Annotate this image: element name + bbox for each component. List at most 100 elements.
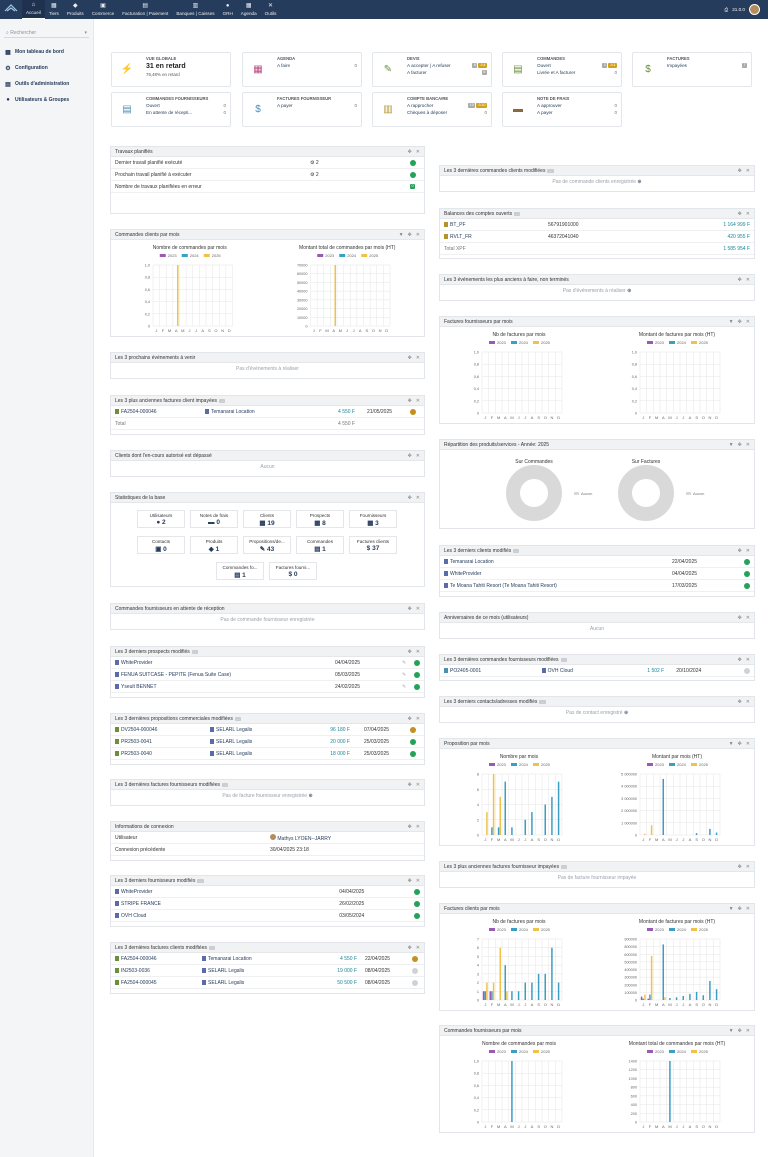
thirdparty-link[interactable]: SELARL Legalis — [202, 968, 312, 974]
bank-account-link[interactable]: BT_PF — [444, 222, 548, 228]
move-icon[interactable]: ✥ — [408, 453, 412, 459]
close-icon[interactable]: ✕ — [746, 657, 750, 663]
stat-prospects[interactable]: Prospects ▦ 8 — [296, 510, 344, 528]
move-icon[interactable]: ✥ — [738, 906, 742, 912]
close-icon[interactable]: ✕ — [746, 741, 750, 747]
ndf-a-approuver[interactable]: A approuver 0 — [537, 103, 617, 108]
factfourn-a-payer[interactable]: A payer 0 — [277, 103, 357, 108]
menu-banques[interactable]: ▥ Banques | Caisses — [172, 0, 218, 19]
close-icon[interactable]: ✕ — [746, 168, 750, 174]
move-icon[interactable]: ✥ — [408, 782, 412, 788]
tile-note-de-frais[interactable]: ▬ NOTE DE FRAIS A approuver 0 A payer 0 — [502, 92, 622, 127]
move-icon[interactable]: ✥ — [408, 649, 412, 655]
move-icon[interactable]: ✥ — [738, 211, 742, 217]
move-icon[interactable]: ✥ — [738, 168, 742, 174]
move-icon[interactable]: ✥ — [738, 277, 742, 283]
filter-icon[interactable]: ▼ — [729, 1028, 734, 1034]
move-icon[interactable]: ✥ — [408, 945, 412, 951]
filter-icon[interactable]: ▼ — [729, 741, 734, 747]
move-icon[interactable]: ✥ — [738, 319, 742, 325]
menu-agenda[interactable]: ▦ Agenda — [237, 0, 261, 19]
tile-commandes-fournisseurs[interactable]: ▤ COMMANDES FOURNISSEURS Ouvert 0 En atte… — [111, 92, 231, 127]
close-icon[interactable]: ✕ — [746, 906, 750, 912]
close-icon[interactable]: ✕ — [416, 232, 420, 238]
proposal-link[interactable]: PR2503-0041 — [115, 739, 210, 745]
tile-compte-bancaire[interactable]: ▥ COMPTE BANCAIRE A rapprocher 10 ⚠10 Chèq… — [372, 92, 492, 127]
thirdparty-link[interactable]: OVH Cloud — [541, 668, 637, 674]
move-icon[interactable]: ✥ — [408, 716, 412, 722]
sidebar-item-configuration[interactable]: ⚙ Configuration — [0, 60, 93, 76]
prospect-link[interactable]: WhiteProvider — [115, 660, 335, 666]
add-icon[interactable]: ⊕ — [637, 179, 641, 185]
stat-fournisseurs[interactable]: Fournisseurs ▦ 3 — [349, 510, 397, 528]
close-icon[interactable]: ✕ — [416, 398, 420, 404]
move-icon[interactable]: ✥ — [738, 615, 742, 621]
close-icon[interactable]: ✕ — [416, 495, 420, 501]
close-icon[interactable]: ✕ — [416, 824, 420, 830]
menu-grh[interactable]: ● GRH — [219, 0, 237, 19]
sidebar-item-users[interactable]: ● Utilisateurs & Groupes — [0, 92, 93, 108]
customer-link[interactable]: Te Moana Tahiti Resort (Te Moana Tahiti … — [444, 583, 672, 589]
close-icon[interactable]: ✕ — [416, 606, 420, 612]
close-icon[interactable]: ✕ — [416, 149, 420, 155]
filter-icon[interactable]: ▼ — [399, 232, 404, 238]
move-icon[interactable]: ✥ — [408, 149, 412, 155]
move-icon[interactable]: ✥ — [738, 1028, 742, 1034]
menu-accueil[interactable]: ⌂ Accueil — [22, 0, 45, 19]
menu-outils[interactable]: ✕ Outils — [261, 0, 281, 19]
stat-notes-frais[interactable]: Notes de frais ▬ 0 — [190, 510, 238, 528]
thirdparty-link[interactable]: SELARL Legalis — [202, 980, 312, 986]
filter-icon[interactable]: ▼ — [729, 906, 734, 912]
bank-account-link[interactable]: RVLT_FR — [444, 234, 548, 240]
tile-vue-globale[interactable]: ⚡ VUE GLOBALE 31 en retard 76,48% en ret… — [111, 52, 231, 87]
move-icon[interactable]: ✥ — [408, 398, 412, 404]
menu-produits[interactable]: ◆ Produits — [63, 0, 88, 19]
move-icon[interactable]: ✥ — [408, 606, 412, 612]
thirdparty-link[interactable]: SELARL Legalis — [210, 727, 310, 733]
tile-factures-fournisseur[interactable]: $ FACTURES FOURNISSEUR A payer 0 — [242, 92, 362, 127]
thirdparty-link[interactable]: SELARL Legalis — [210, 739, 310, 745]
supplier-link[interactable]: STRIPE FRANCE — [115, 901, 339, 907]
invoice-link[interactable]: FA2504-000046 — [115, 409, 205, 415]
customer-link[interactable]: WhiteProvider — [444, 571, 672, 577]
proposal-link[interactable]: PR2503-0040 — [115, 751, 210, 757]
commandes-livree[interactable]: Livrée et A facturer 0 — [537, 70, 617, 75]
user-avatar[interactable] — [749, 4, 760, 15]
supplier-link[interactable]: OVH Cloud — [115, 913, 339, 919]
prospect-link[interactable]: FENUA SUITCASE - PEPITE (Fenua Suite Cas… — [115, 672, 335, 678]
stat-utilisateurs[interactable]: Utilisateurs ● 2 — [137, 510, 185, 528]
stat-factures-fournisseurs[interactable]: Factures fourni... $ 0 — [269, 562, 317, 580]
printer-icon[interactable]: ⎙ — [725, 7, 729, 12]
invoice-link[interactable]: FA2504-000046 — [115, 956, 202, 962]
user-link[interactable]: Mathys LYOEN--JARRY — [270, 833, 331, 842]
stat-commandes[interactable]: Commandes ▤ 1 — [296, 536, 344, 554]
stat-propositions[interactable]: Propositions/de... ✎ 43 — [243, 536, 291, 554]
move-icon[interactable]: ✥ — [738, 548, 742, 554]
stat-factures-clients[interactable]: Factures clients $ 37 — [349, 536, 397, 554]
close-icon[interactable]: ✕ — [416, 945, 420, 951]
close-icon[interactable]: ✕ — [746, 1028, 750, 1034]
customer-link[interactable]: Temanarai Location — [444, 559, 672, 565]
stat-commandes-fournisseurs[interactable]: Commandes fo... ▤ 1 — [216, 562, 264, 580]
tile-agenda[interactable]: ▦ AGENDA A faire 0 — [242, 52, 362, 87]
stat-contacts[interactable]: Contacts ▣ 0 — [137, 536, 185, 554]
move-icon[interactable]: ✥ — [408, 355, 412, 361]
close-icon[interactable]: ✕ — [416, 453, 420, 459]
ndf-a-payer[interactable]: A payer 0 — [537, 110, 617, 115]
add-icon[interactable]: ⊕ — [627, 288, 631, 294]
close-icon[interactable]: ✕ — [416, 355, 420, 361]
factures-impayees[interactable]: Impayées 7 — [667, 63, 747, 68]
cmdfourn-ouvert[interactable]: Ouvert 0 — [146, 103, 226, 108]
stat-clients[interactable]: Clients ▦ 19 — [243, 510, 291, 528]
proposal-link[interactable]: DV2504-000046 — [115, 727, 210, 733]
close-icon[interactable]: ✕ — [746, 699, 750, 705]
move-icon[interactable]: ✥ — [408, 878, 412, 884]
close-icon[interactable]: ✕ — [416, 649, 420, 655]
supplier-order-link[interactable]: PO2405-0001 — [444, 668, 542, 674]
sidebar-item-admin-tools[interactable]: ▤ Outils d'administration — [0, 76, 93, 92]
thirdparty-link[interactable]: SELARL Legalis — [210, 751, 310, 757]
supplier-link[interactable]: WhiteProvider — [115, 889, 339, 895]
invoice-link[interactable]: IN2503-0036 — [115, 968, 202, 974]
close-icon[interactable]: ✕ — [746, 211, 750, 217]
sidebar-item-dashboard[interactable]: ▦ Mon tableau de bord — [0, 44, 93, 60]
